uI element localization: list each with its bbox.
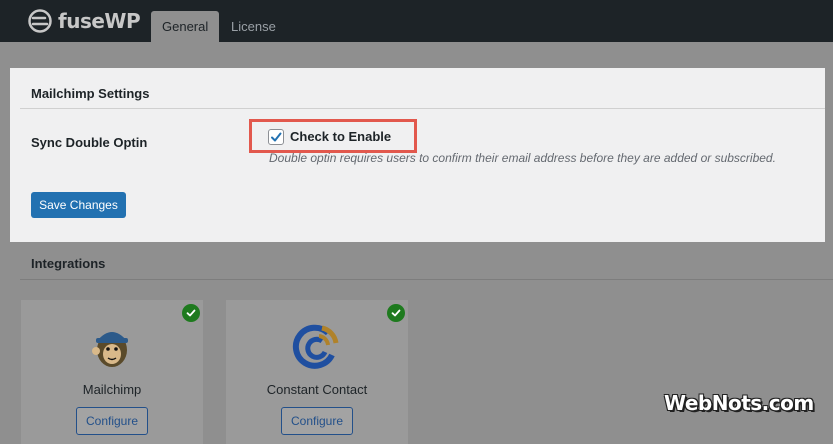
watermark-text: WebNots.com: [664, 391, 814, 415]
integration-name: Mailchimp: [82, 382, 142, 397]
integration-card-mailchimp: Mailchimp Configure: [21, 300, 203, 444]
field-help-text: Double optin requires users to confirm t…: [269, 151, 776, 165]
integration-name: Constant Contact: [266, 382, 368, 397]
constant-contact-logo-icon: [292, 324, 339, 369]
double-optin-checkbox[interactable]: [268, 129, 284, 145]
checkmark-icon: [271, 132, 282, 142]
configure-constant-contact-button[interactable]: Configure: [281, 407, 353, 435]
save-changes-button[interactable]: Save Changes: [31, 192, 126, 218]
fusewp-logo-icon: [28, 9, 52, 33]
mailchimp-logo-icon: [92, 332, 128, 367]
checkbox-label[interactable]: Check to Enable: [290, 129, 391, 144]
section-title: Mailchimp Settings: [31, 86, 150, 101]
top-header: fuseWP General License: [0, 0, 833, 42]
configure-mailchimp-button[interactable]: Configure: [76, 407, 148, 435]
section-divider: [20, 108, 825, 109]
mailchimp-settings-panel: Mailchimp Settings Sync Double Optin Che…: [10, 68, 825, 242]
connected-check-icon: [387, 304, 405, 322]
integrations-title: Integrations: [31, 256, 106, 271]
integrations-divider: [20, 279, 833, 280]
logo-text: fuseWP: [58, 9, 141, 33]
integration-card-constant-contact: Constant Contact Configure: [226, 300, 408, 444]
connected-check-icon: [182, 304, 200, 322]
tab-license[interactable]: License: [220, 11, 287, 42]
tab-general[interactable]: General: [151, 11, 219, 42]
fusewp-logo: fuseWP: [28, 8, 141, 34]
sync-double-optin-label: Sync Double Optin: [31, 135, 148, 150]
